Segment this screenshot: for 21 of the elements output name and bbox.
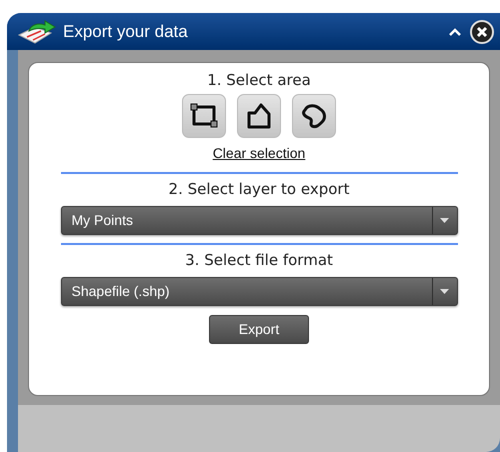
section-heading: 3. Select file format (185, 250, 333, 270)
dropdown-value: Shapefile (.shp) (70, 282, 171, 301)
dropdown-value: My Points (70, 211, 134, 230)
dropdown[interactable]: My Points (60, 206, 458, 235)
rectangle-icon (190, 102, 218, 130)
polygon-icon (245, 102, 273, 130)
export-button[interactable]: Export (209, 315, 309, 344)
freehand-shape-icon (300, 102, 328, 130)
caret-down-icon (440, 289, 449, 294)
area-tool-button[interactable] (292, 94, 336, 138)
area-tool-button[interactable] (182, 94, 226, 138)
section-heading: 1. Select area (207, 70, 311, 90)
export-map-icon (17, 18, 57, 44)
dropdown[interactable]: Shapefile (.shp) (60, 277, 458, 306)
clear-selection-link[interactable]: Clear selection (212, 143, 306, 164)
close-icon[interactable] (470, 20, 494, 44)
collapse-icon[interactable] (448, 26, 462, 36)
caret-down-icon (440, 218, 449, 223)
section-heading: 2. Select layer to export (168, 179, 350, 199)
window-title: Export your data (63, 20, 189, 43)
area-tool-button[interactable] (237, 94, 281, 138)
